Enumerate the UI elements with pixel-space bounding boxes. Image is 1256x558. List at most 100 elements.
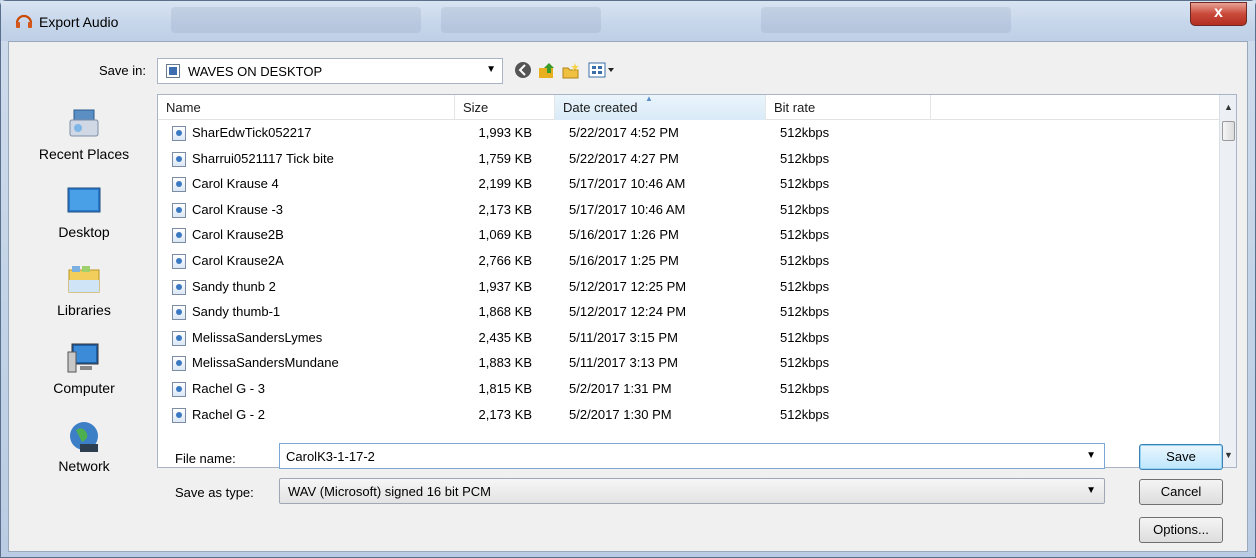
table-row[interactable]: SharEdwTick052217 1,993 KB 5/22/2017 4:52 …: [158, 122, 1220, 145]
audio-file-icon: [172, 254, 186, 269]
cell-size: 2,435 KB: [478, 329, 533, 345]
cell-name: Carol Krause -3: [192, 201, 284, 217]
table-row[interactable]: Sandy thunb 2 1,937 KB 5/12/2017 12:25 PM 5…: [158, 276, 1220, 299]
up-folder-icon: [539, 63, 554, 78]
cell-date-created: 5/12/2017 12:24 PM: [569, 304, 687, 320]
save-in-dropdown[interactable]: WAVES ON DESKTOP ▼: [157, 58, 503, 84]
back-button[interactable]: [513, 61, 533, 81]
cell-bit-rate: 512kbps: [780, 125, 830, 140]
background-toolbar-ghost: [171, 7, 421, 33]
place-libraries[interactable]: Libraries: [19, 262, 149, 318]
cell-date-created: 5/17/2017 10:46 AM: [569, 201, 686, 217]
cell-bit-rate: 512kbps: [780, 253, 830, 268]
cell-size: 1,937 KB: [478, 278, 533, 294]
background-toolbar-ghost: [761, 7, 1011, 33]
table-row[interactable]: Rachel G - 2 2,173 KB 5/2/2017 1:30 PM 512k…: [158, 404, 1220, 427]
cell-name: MelissaSandersLymes: [192, 329, 323, 345]
close-icon: x: [1214, 4, 1223, 21]
options-button[interactable]: Options...: [1139, 517, 1223, 543]
audio-file-icon: [172, 305, 186, 321]
save-button[interactable]: Save: [1139, 444, 1223, 470]
save-as-type-value: WAV (Microsoft) signed 16 bit PCM: [288, 484, 491, 499]
cell-bit-rate: 512kbps: [780, 304, 830, 320]
cell-bit-rate: 512kbps: [780, 278, 830, 294]
chevron-down-icon[interactable]: ▼: [1086, 450, 1096, 461]
place-network[interactable]: Network: [19, 418, 149, 474]
new-folder-button[interactable]: [561, 61, 581, 81]
place-recent-places[interactable]: Recent Places: [19, 106, 149, 162]
scroll-up-icon[interactable]: ▲: [1220, 99, 1236, 116]
column-header-size[interactable]: Size: [455, 95, 555, 120]
chevron-down-icon: ▼: [486, 64, 496, 75]
column-header-name[interactable]: Name: [158, 95, 455, 120]
place-label: Recent Places: [38, 146, 130, 162]
cancel-button[interactable]: Cancel: [1139, 479, 1223, 505]
cell-date-created: 5/16/2017 1:25 PM: [569, 253, 679, 268]
desktop-icon: [66, 184, 102, 220]
cell-date-created: 5/17/2017 10:46 AM: [569, 176, 686, 192]
scroll-thumb[interactable]: [1222, 121, 1235, 141]
save-as-type-label: Save as type:: [175, 485, 254, 500]
back-icon: [515, 62, 531, 78]
view-menu-button[interactable]: [587, 61, 617, 81]
audio-file-icon: [172, 202, 186, 218]
headphones-icon: [15, 14, 33, 28]
column-header-date-created[interactable]: ▲ Date created: [555, 95, 766, 120]
table-row[interactable]: Carol Krause 4 2,199 KB 5/17/2017 10:46 AM…: [158, 173, 1220, 196]
new-folder-icon: [562, 63, 579, 79]
cell-name: Rachel G - 2: [192, 406, 265, 422]
cell-date-created: 5/2/2017 1:31 PM: [569, 381, 672, 396]
place-desktop[interactable]: Desktop: [19, 184, 149, 240]
export-audio-dialog: Export Audio x Save in: WAVES ON DESKTOP…: [0, 0, 1256, 558]
recent-places-icon: [66, 106, 102, 142]
audio-file-icon: [172, 407, 186, 423]
cell-bit-rate: 512kbps: [780, 355, 830, 371]
list-header: Name Size ▲ Date created Bit rate: [158, 95, 1220, 120]
table-row[interactable]: Sandy thumb-1 1,868 KB 5/12/2017 12:24 PM 5…: [158, 301, 1220, 324]
cell-bit-rate: 512kbps: [780, 176, 830, 192]
cell-name: Carol Krause 4: [192, 176, 279, 192]
file-list[interactable]: Name Size ▲ Date created Bit rate SharEd…: [157, 94, 1237, 468]
audio-file-icon: [172, 330, 186, 346]
cell-name: Sandy thunb 2: [192, 278, 276, 294]
table-row[interactable]: MelissaSandersLymes 2,435 KB 5/11/2017 3:1…: [158, 327, 1220, 350]
up-folder-button[interactable]: [537, 61, 557, 81]
sort-ascending-icon: ▲: [645, 94, 653, 103]
audio-file-icon: [172, 151, 186, 167]
computer-icon: [66, 340, 102, 376]
cell-size: 1,993 KB: [478, 125, 533, 140]
cell-bit-rate: 512kbps: [780, 150, 830, 166]
cell-date-created: 5/11/2017 3:15 PM: [569, 329, 678, 345]
file-name-field[interactable]: CarolK3-1-17-2 ▼: [279, 443, 1105, 469]
table-row[interactable]: MelissaSandersMundane 1,883 KB 5/11/2017 3…: [158, 352, 1220, 375]
table-row[interactable]: Carol Krause -3 2,173 KB 5/17/2017 10:46 A…: [158, 199, 1220, 222]
table-row[interactable]: Rachel G - 3 1,815 KB 5/2/2017 1:31 PM 512k…: [158, 378, 1220, 401]
cell-size: 1,759 KB: [478, 150, 533, 166]
cell-date-created: 5/22/2017 4:27 PM: [569, 150, 679, 166]
audio-file-icon: [172, 279, 186, 295]
place-computer[interactable]: Computer: [19, 340, 149, 396]
cell-name: Sandy thumb-1: [192, 304, 281, 320]
table-row[interactable]: Carol Krause2A 2,766 KB 5/16/2017 1:25 PM 5…: [158, 250, 1220, 273]
cell-size: 2,199 KB: [478, 176, 533, 192]
view-menu-icon: [588, 62, 614, 78]
close-button[interactable]: x: [1190, 2, 1247, 26]
file-name-value[interactable]: CarolK3-1-17-2: [286, 449, 375, 464]
cell-date-created: 5/12/2017 12:25 PM: [569, 278, 687, 294]
cell-size: 2,173 KB: [478, 201, 533, 217]
file-name-label: File name:: [175, 451, 236, 466]
save-as-type-dropdown[interactable]: WAV (Microsoft) signed 16 bit PCM ▼: [279, 478, 1105, 504]
cell-name: Rachel G - 3: [192, 381, 265, 396]
cell-bit-rate: 512kbps: [780, 201, 830, 217]
cell-name: SharEdwTick052217: [192, 125, 312, 140]
title-bar[interactable]: Export Audio x: [1, 1, 1255, 41]
table-row[interactable]: Carol Krause2B 1,069 KB 5/16/2017 1:26 PM 5…: [158, 224, 1220, 247]
window-title: Export Audio: [39, 14, 119, 30]
audio-file-icon: [172, 177, 186, 193]
cell-date-created: 5/16/2017 1:26 PM: [569, 227, 679, 243]
audio-file-icon: [172, 356, 186, 372]
column-header-bit-rate[interactable]: Bit rate: [766, 95, 931, 120]
vertical-scrollbar[interactable]: ▲ ▼: [1219, 95, 1236, 467]
table-row[interactable]: Sharrui0521117 Tick bite 1,759 KB 5/22/201…: [158, 148, 1220, 171]
libraries-icon: [66, 262, 102, 298]
